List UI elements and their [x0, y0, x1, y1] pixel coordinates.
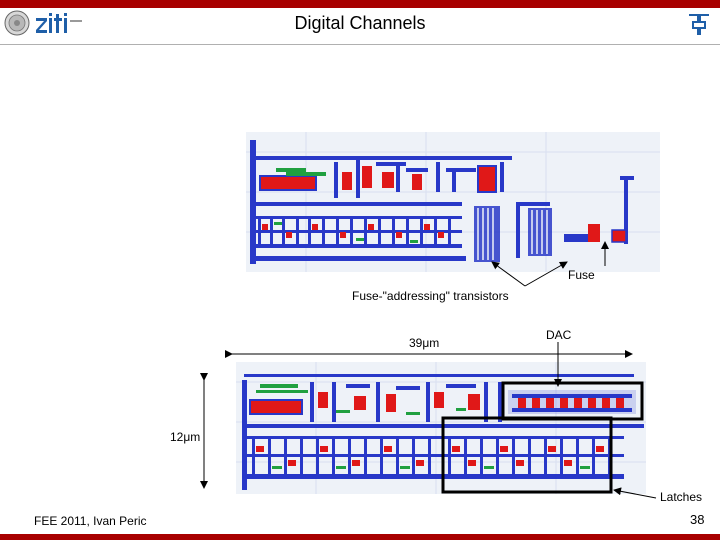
- layout-view-fuse: [246, 132, 660, 272]
- dac-label: DAC: [546, 328, 572, 342]
- top-accent-bar: [0, 0, 720, 8]
- layout-view-dac-latches: [236, 362, 646, 494]
- bottom-accent-bar: [0, 534, 720, 540]
- header-divider: [0, 44, 720, 45]
- footer-text: FEE 2011, Ivan Peric: [34, 514, 147, 528]
- page-number: 38: [690, 512, 705, 527]
- fuse-label: Fuse: [568, 268, 595, 282]
- latches-label: Latches: [660, 490, 703, 504]
- slide-title: Digital Channels: [294, 13, 426, 33]
- fuse-addressing-label: Fuse-"addressing" transistors: [352, 289, 509, 303]
- height-dimension-label: 12μm: [170, 430, 201, 444]
- width-dimension-label: 39μm: [409, 336, 440, 350]
